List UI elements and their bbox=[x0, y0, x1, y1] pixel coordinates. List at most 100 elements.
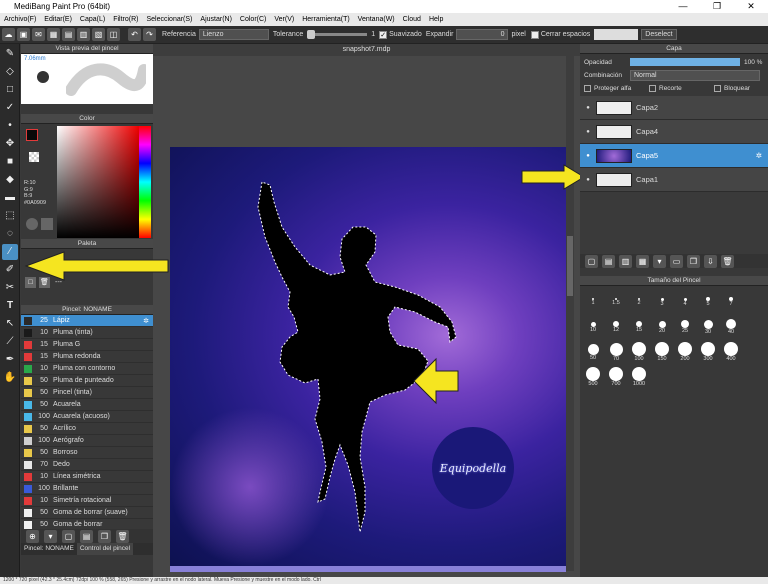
redo-icon[interactable]: ↷ bbox=[143, 28, 156, 41]
brush-item[interactable]: 50 Pluma de punteado bbox=[21, 375, 153, 387]
magic-wand-tool-icon[interactable]: ⁄ bbox=[2, 244, 18, 260]
lasso-tool-icon[interactable]: ◌ bbox=[2, 226, 18, 242]
brush-item[interactable]: 50 Borroso bbox=[21, 447, 153, 459]
visibility-eye-icon[interactable]: ● bbox=[580, 129, 596, 135]
brush-item[interactable]: 100 Aerógrafo bbox=[21, 435, 153, 447]
protect-alpha-checkbox[interactable] bbox=[584, 84, 591, 92]
brush-item[interactable]: 50 Acrílico bbox=[21, 423, 153, 435]
brush-add-menu-icon[interactable]: ▾ bbox=[44, 529, 57, 543]
close-button[interactable]: ✕ bbox=[734, 0, 768, 13]
color-wheel-icon[interactable] bbox=[26, 218, 38, 230]
text-tool-icon[interactable]: T bbox=[2, 298, 18, 314]
menu-item[interactable]: Capa(L) bbox=[76, 16, 109, 23]
menu-item[interactable]: Color(C) bbox=[236, 16, 270, 23]
layer-settings-icon[interactable]: ✲ bbox=[756, 151, 762, 160]
brush-item[interactable]: 70 Dedo bbox=[21, 459, 153, 471]
layer-row[interactable]: ● Capa2 bbox=[580, 96, 768, 120]
menu-item[interactable]: Seleccionar(S) bbox=[142, 16, 196, 23]
brush-size-cell[interactable]: 10 bbox=[582, 315, 604, 339]
brush-size-cell[interactable]: 1.5 bbox=[605, 290, 627, 314]
menu-item[interactable]: Editar(E) bbox=[40, 16, 76, 23]
cerrar-checkbox[interactable] bbox=[530, 30, 539, 39]
brush-size-cell[interactable]: 15 bbox=[628, 315, 650, 339]
add-layer-menu-icon[interactable]: ▾ bbox=[653, 254, 666, 268]
brush-add-icon[interactable]: ⊕ bbox=[26, 529, 39, 543]
layer-row[interactable]: ● Capa4 bbox=[580, 120, 768, 144]
brush-size-cell[interactable]: 30 bbox=[697, 315, 719, 339]
brush-size-cell[interactable]: 150 bbox=[651, 340, 673, 364]
brush-item[interactable]: 10 Simetría rotacional bbox=[21, 495, 153, 507]
brush-size-cell[interactable]: 5 bbox=[697, 290, 719, 314]
operation-tool-icon[interactable]: ↖ bbox=[2, 316, 18, 332]
brush-item[interactable]: 100 Brillante bbox=[21, 483, 153, 495]
brush-item[interactable]: 10 Pluma con contorno bbox=[21, 363, 153, 375]
layout-icon[interactable]: ▤ bbox=[62, 28, 75, 41]
deselect-button[interactable]: Deselect bbox=[641, 29, 677, 40]
brush-size-cell[interactable]: 100 bbox=[628, 340, 650, 364]
hand-tool-icon[interactable]: ✋ bbox=[2, 370, 18, 386]
brush-size-cell[interactable]: 1 bbox=[582, 290, 604, 314]
brush-item[interactable]: 50 Acuarela bbox=[21, 399, 153, 411]
layer-folder-icon[interactable]: ▭ bbox=[670, 254, 683, 268]
brush-size-cell[interactable]: 2 bbox=[628, 290, 650, 314]
brush-item[interactable]: 10 Pluma (tinta) bbox=[21, 327, 153, 339]
brush-item[interactable]: 100 Acuarela (acuoso) bbox=[21, 411, 153, 423]
lock-checkbox[interactable] bbox=[714, 84, 721, 92]
cerrar-value-box[interactable] bbox=[594, 29, 639, 40]
menu-item[interactable]: Archivo(F) bbox=[0, 16, 40, 23]
pen-tool-icon[interactable]: ✒ bbox=[2, 352, 18, 368]
brush-size-cell[interactable]: 700 bbox=[605, 365, 627, 389]
brush-item[interactable]: 50 Goma de borrar (suave) bbox=[21, 507, 153, 519]
grid-icon[interactable]: ▦ bbox=[47, 28, 60, 41]
transparent-swatch[interactable] bbox=[29, 152, 39, 162]
layer-row[interactable]: ● Capa5 ✲ bbox=[580, 144, 768, 168]
bucket-tool-icon[interactable]: ◆ bbox=[2, 172, 18, 188]
frame-icon[interactable]: ▥ bbox=[77, 28, 90, 41]
brush-size-cell[interactable]: 400 bbox=[720, 340, 742, 364]
new-layer-1bit-icon[interactable]: ▥ bbox=[619, 254, 632, 268]
brush-tool-icon[interactable]: ✎ bbox=[2, 46, 18, 62]
tolerance-slider[interactable] bbox=[307, 30, 368, 39]
brush-item[interactable]: 50 Pincel (tinta) bbox=[21, 387, 153, 399]
new-layer-icon[interactable]: ▢ bbox=[585, 254, 598, 268]
clip-checkbox[interactable] bbox=[649, 84, 656, 92]
move-tool-icon[interactable]: ✥ bbox=[2, 136, 18, 152]
menu-item[interactable]: Help bbox=[425, 16, 447, 23]
brush-copy-icon[interactable]: ▢ bbox=[62, 529, 75, 543]
brush-item[interactable]: 50 Goma de borrar bbox=[21, 519, 153, 529]
menu-item[interactable]: Ventana(W) bbox=[354, 16, 399, 23]
menu-item[interactable]: Herramienta(T) bbox=[298, 16, 353, 23]
brush-size-cell[interactable]: 500 bbox=[582, 365, 604, 389]
minimize-button[interactable]: — bbox=[666, 0, 700, 13]
opacity-slider[interactable] bbox=[630, 58, 740, 66]
document-tab[interactable]: snapshot7.mdp bbox=[153, 44, 580, 56]
undo-icon[interactable]: ↶ bbox=[128, 28, 141, 41]
brush-folder-icon[interactable]: ▤ bbox=[80, 529, 93, 543]
brush-settings-icon[interactable]: ✲ bbox=[143, 317, 149, 325]
blend-select[interactable]: Normal bbox=[630, 69, 760, 81]
eraser-tool-icon[interactable]: ◇ bbox=[2, 64, 18, 80]
suavizado-checkbox[interactable]: ✓ bbox=[379, 30, 388, 39]
brush-size-cell[interactable]: 3 bbox=[651, 290, 673, 314]
brush-size-cell[interactable]: 70 bbox=[605, 340, 627, 364]
brush-size-cell[interactable]: 12 bbox=[605, 315, 627, 339]
new-halftone-icon[interactable]: ▦ bbox=[636, 254, 649, 268]
chat-icon[interactable]: ✉ bbox=[32, 28, 45, 41]
brush-size-cell[interactable]: 7 bbox=[720, 290, 742, 314]
maximize-button[interactable]: ❐ bbox=[700, 0, 734, 13]
brush-size-cell[interactable]: 50 bbox=[582, 340, 604, 364]
visibility-eye-icon[interactable]: ● bbox=[580, 177, 596, 183]
panel-icon[interactable]: ▧ bbox=[92, 28, 105, 41]
brush-item[interactable]: 15 Pluma G bbox=[21, 339, 153, 351]
color-settings-icon[interactable] bbox=[41, 218, 53, 230]
menu-item[interactable]: Cloud bbox=[399, 16, 425, 23]
tolerance-slider-handle[interactable] bbox=[307, 30, 316, 39]
tab-control-pincel[interactable]: Control del pincel bbox=[76, 543, 134, 555]
dot-tool-icon[interactable]: • bbox=[2, 118, 18, 134]
foreground-color-swatch[interactable] bbox=[26, 129, 38, 141]
hue-slider[interactable] bbox=[139, 126, 151, 238]
color-field[interactable] bbox=[57, 126, 139, 238]
brush-item[interactable]: 25 Lápiz ✲ bbox=[21, 315, 153, 327]
brush-size-cell[interactable]: 1000 bbox=[628, 365, 650, 389]
gradient-tool-icon[interactable]: ▬ bbox=[2, 190, 18, 206]
